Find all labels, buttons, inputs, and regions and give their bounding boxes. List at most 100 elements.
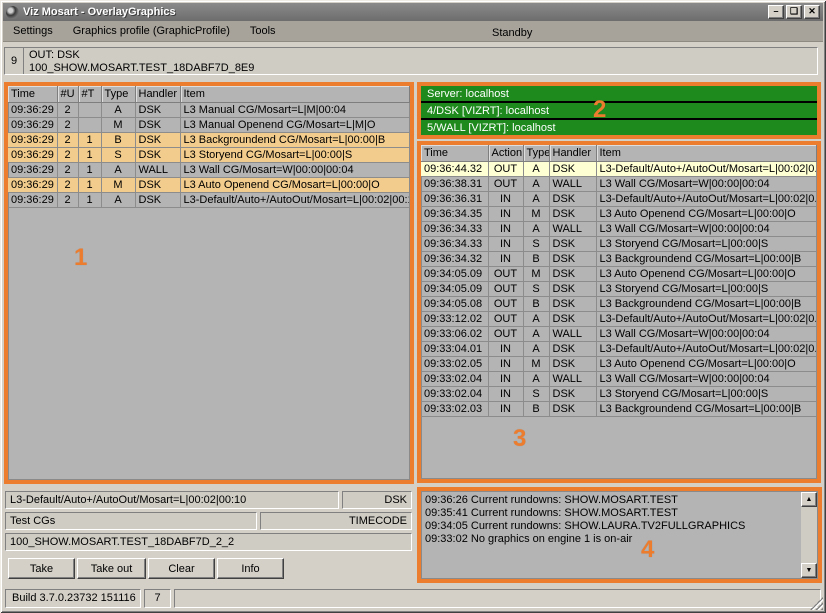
col-t[interactable]: #T <box>78 86 101 102</box>
table-row[interactable]: 09:36:2921MDSKL3 Auto Openend CG/Mosart=… <box>8 177 410 192</box>
cell-action: OUT <box>488 311 523 326</box>
table-row[interactable]: 09:34:05.09OUTMDSKL3 Auto Openend CG/Mos… <box>421 266 817 281</box>
info-button[interactable]: Info <box>217 558 284 579</box>
cell-type: S <box>523 281 549 296</box>
maximize-button-icon[interactable]: ❑ <box>786 5 802 19</box>
cell-action: IN <box>488 221 523 236</box>
table-row[interactable]: 09:36:292ADSKL3 Manual CG/Mosart=L|M|00:… <box>8 102 410 117</box>
table-header-row: Time #U #T Type Handler Item <box>8 86 410 102</box>
col-item[interactable]: Item <box>596 145 817 161</box>
take-button[interactable]: Take <box>8 558 75 579</box>
table-row[interactable]: 09:36:44.32OUTADSKL3-Default/Auto+/AutoO… <box>421 161 817 176</box>
description-field[interactable]: Test CGs <box>5 512 257 530</box>
table-row[interactable]: 09:36:292MDSKL3 Manual Openend CG/Mosart… <box>8 117 410 132</box>
table-row[interactable]: 09:36:34.32INBDSKL3 Backgroundend CG/Mos… <box>421 251 817 266</box>
cell-u: 2 <box>57 147 78 162</box>
table-row[interactable]: 09:33:02.03INBDSKL3 Backgroundend CG/Mos… <box>421 401 817 416</box>
scroll-down-icon[interactable]: ▼ <box>801 563 817 578</box>
cell-type: A <box>101 192 135 207</box>
cell-type: A <box>523 311 549 326</box>
cell-handler: WALL <box>549 221 596 236</box>
table-row[interactable]: 09:36:34.33INSDSKL3 Storyend CG/Mosart=L… <box>421 236 817 251</box>
table-row[interactable]: 09:36:34.35INMDSKL3 Auto Openend CG/Mosa… <box>421 206 817 221</box>
cell-handler: DSK <box>135 177 180 192</box>
standby-label: Standby <box>482 24 542 42</box>
table-row[interactable]: 09:33:02.04INAWALLL3 Wall CG/Mosart=W|00… <box>421 371 817 386</box>
col-item[interactable]: Item <box>180 86 410 102</box>
table-row[interactable]: 09:36:2921SDSKL3 Storyend CG/Mosart=L|00… <box>8 147 410 162</box>
cell-action: IN <box>488 371 523 386</box>
cell-item: L3 Wall CG/Mosart=W|00:00|00:04 <box>596 221 817 236</box>
cell-u: 2 <box>57 192 78 207</box>
cell-handler: DSK <box>549 161 596 176</box>
table-row[interactable]: 09:33:04.01INADSKL3-Default/Auto+/AutoOu… <box>421 341 817 356</box>
cell-action: OUT <box>488 266 523 281</box>
pending-graphics-panel: Time #U #T Type Handler Item 09:36:292AD… <box>4 82 414 484</box>
table-row[interactable]: 09:33:12.02OUTADSKL3-Default/Auto+/AutoO… <box>421 311 817 326</box>
col-action[interactable]: Action <box>488 145 523 161</box>
col-time[interactable]: Time <box>8 86 57 102</box>
col-u[interactable]: #U <box>57 86 78 102</box>
cell-type: B <box>523 251 549 266</box>
annotation-3: 3 <box>513 427 526 451</box>
cell-t <box>78 102 101 117</box>
col-handler[interactable]: Handler <box>549 145 596 161</box>
cell-t: 1 <box>78 132 101 147</box>
table-row[interactable]: 09:36:2921ADSKL3-Default/Auto+/AutoOut/M… <box>8 192 410 207</box>
cell-action: IN <box>488 191 523 206</box>
cell-type: A <box>523 371 549 386</box>
cell-action: OUT <box>488 281 523 296</box>
handler-field[interactable]: DSK <box>342 491 412 509</box>
cell-handler: DSK <box>549 206 596 221</box>
status-bar: Build 3.7.0.23732 151116 7 <box>3 586 823 610</box>
table-row[interactable]: 09:36:2921BDSKL3 Backgroundend CG/Mosart… <box>8 132 410 147</box>
app-icon <box>6 6 19 19</box>
table-row[interactable]: 09:33:06.02OUTAWALLL3 Wall CG/Mosart=W|0… <box>421 326 817 341</box>
resize-grip-icon[interactable] <box>810 597 823 610</box>
menu-tools[interactable]: Tools <box>240 22 286 40</box>
table-row[interactable]: 09:36:2921AWALLL3 Wall CG/Mosart=W|00:00… <box>8 162 410 177</box>
build-version-label: Build 3.7.0.23732 151116 <box>5 589 141 608</box>
cell-time: 09:36:29 <box>8 102 57 117</box>
cell-time: 09:36:34.35 <box>421 206 488 221</box>
menu-graphics-profile[interactable]: Graphics profile (GraphicProfile) <box>63 22 240 40</box>
cell-u: 2 <box>57 132 78 147</box>
selected-item-field[interactable]: L3-Default/Auto+/AutoOut/Mosart=L|00:02|… <box>5 491 339 509</box>
col-time[interactable]: Time <box>421 145 488 161</box>
cell-handler: DSK <box>135 147 180 162</box>
col-handler[interactable]: Handler <box>135 86 180 102</box>
cell-type: A <box>523 161 549 176</box>
take-out-button[interactable]: Take out <box>77 558 146 579</box>
cell-u: 2 <box>57 117 78 132</box>
cell-handler: WALL <box>549 176 596 191</box>
scroll-up-icon[interactable]: ▲ <box>801 492 817 507</box>
minimize-button-icon[interactable]: – <box>768 5 784 19</box>
rundown-field[interactable]: 100_SHOW.MOSART.TEST_18DABF7D_2_2 <box>5 533 412 551</box>
cell-handler: WALL <box>135 162 180 177</box>
table-row[interactable]: 09:34:05.08OUTBDSKL3 Backgroundend CG/Mo… <box>421 296 817 311</box>
cell-handler: DSK <box>135 132 180 147</box>
cell-time: 09:34:05.09 <box>421 266 488 281</box>
col-type[interactable]: Type <box>523 145 549 161</box>
close-button-icon[interactable]: ✕ <box>804 5 820 19</box>
log-scrollbar[interactable]: ▲ ▼ <box>801 492 817 578</box>
cell-item: L3 Storyend CG/Mosart=L|00:00|S <box>596 236 817 251</box>
current-item-bar: 9 OUT: DSK 100_SHOW.MOSART.TEST_18DABF7D… <box>4 47 818 75</box>
table-row[interactable]: 09:33:02.04INSDSKL3 Storyend CG/Mosart=L… <box>421 386 817 401</box>
server-status-row: Server: localhost <box>421 86 817 103</box>
menu-settings[interactable]: Settings <box>3 22 63 40</box>
table-row[interactable]: 09:34:05.09OUTSDSKL3 Storyend CG/Mosart=… <box>421 281 817 296</box>
cell-item: L3 Backgroundend CG/Mosart=L|00:00|B <box>596 401 817 416</box>
timecode-field[interactable]: TIMECODE <box>260 512 412 530</box>
table-row[interactable]: 09:36:36.31INADSKL3-Default/Auto+/AutoOu… <box>421 191 817 206</box>
cell-type: M <box>523 206 549 221</box>
table-row[interactable]: 09:33:02.05INMDSKL3 Auto Openend CG/Mosa… <box>421 356 817 371</box>
table-row[interactable]: 09:36:34.33INAWALLL3 Wall CG/Mosart=W|00… <box>421 221 817 236</box>
cell-t: 1 <box>78 177 101 192</box>
clear-button[interactable]: Clear <box>148 558 215 579</box>
cell-time: 09:36:34.33 <box>421 221 488 236</box>
table-row[interactable]: 09:36:38.31OUTAWALLL3 Wall CG/Mosart=W|0… <box>421 176 817 191</box>
col-type[interactable]: Type <box>101 86 135 102</box>
cell-handler: DSK <box>135 117 180 132</box>
cell-action: OUT <box>488 176 523 191</box>
